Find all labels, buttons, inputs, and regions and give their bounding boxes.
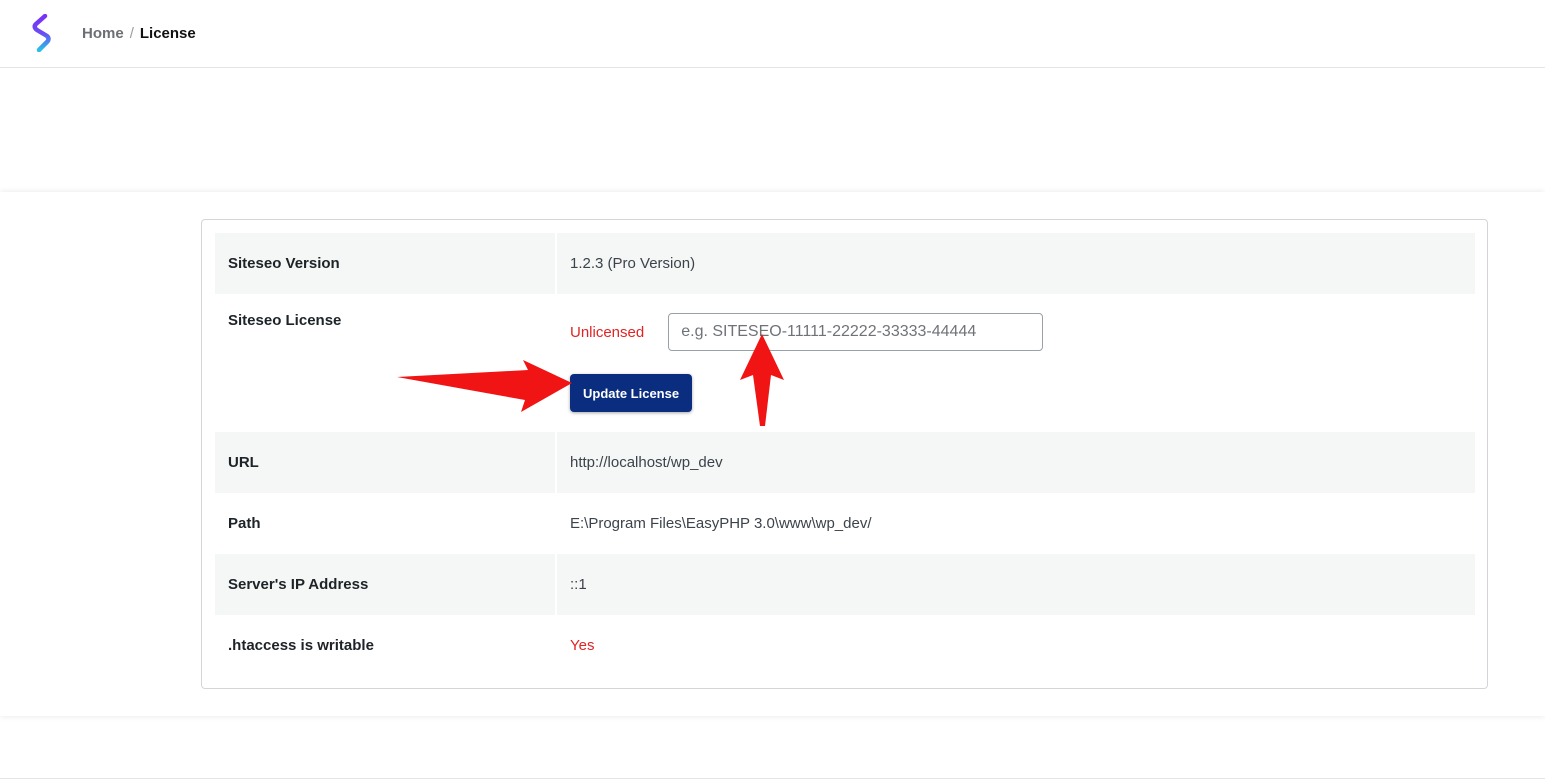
table-row-ip: Server's IP Address ::1	[215, 554, 1475, 615]
version-label: Siteseo Version	[215, 233, 557, 294]
license-label: Siteseo License	[215, 294, 557, 432]
ip-label: Server's IP Address	[215, 554, 557, 615]
table-row-path: Path E:\Program Files\EasyPHP 3.0\www\wp…	[215, 493, 1475, 554]
table-row-url: URL http://localhost/wp_dev	[215, 432, 1475, 493]
top-bar: Home / License	[0, 0, 1545, 68]
table-row-license: Siteseo License Unlicensed Update Licens…	[215, 294, 1475, 432]
footer-divider	[0, 778, 1545, 779]
update-license-button[interactable]: Update License	[570, 374, 693, 412]
table-row-version: Siteseo Version 1.2.3 (Pro Version)	[215, 233, 1475, 294]
ip-value: ::1	[556, 554, 1475, 615]
url-value: http://localhost/wp_dev	[556, 432, 1475, 493]
license-cell: Unlicensed Update License	[556, 294, 1475, 432]
table-row-htaccess: .htaccess is writable Yes	[215, 615, 1475, 676]
breadcrumb-separator: /	[129, 25, 134, 42]
breadcrumb-home-link[interactable]: Home	[82, 25, 124, 42]
breadcrumb: Home / License	[82, 25, 196, 43]
path-value: E:\Program Files\EasyPHP 3.0\www\wp_dev/	[570, 515, 872, 532]
breadcrumb-current: License	[139, 25, 196, 42]
url-label: URL	[215, 432, 557, 493]
license-status: Unlicensed	[570, 323, 645, 341]
license-key-input[interactable]	[668, 313, 1044, 351]
license-section: Siteseo Version 1.2.3 (Pro Version) Site…	[0, 192, 1545, 716]
path-label: Path	[215, 493, 557, 554]
version-value: 1.2.3 (Pro Version)	[556, 233, 1475, 294]
license-info-table: Siteseo Version 1.2.3 (Pro Version) Site…	[215, 233, 1475, 676]
htaccess-label: .htaccess is writable	[215, 615, 557, 676]
htaccess-value: Yes	[570, 637, 595, 654]
siteseo-logo-icon[interactable]	[30, 14, 56, 52]
license-info-card: Siteseo Version 1.2.3 (Pro Version) Site…	[201, 219, 1488, 689]
